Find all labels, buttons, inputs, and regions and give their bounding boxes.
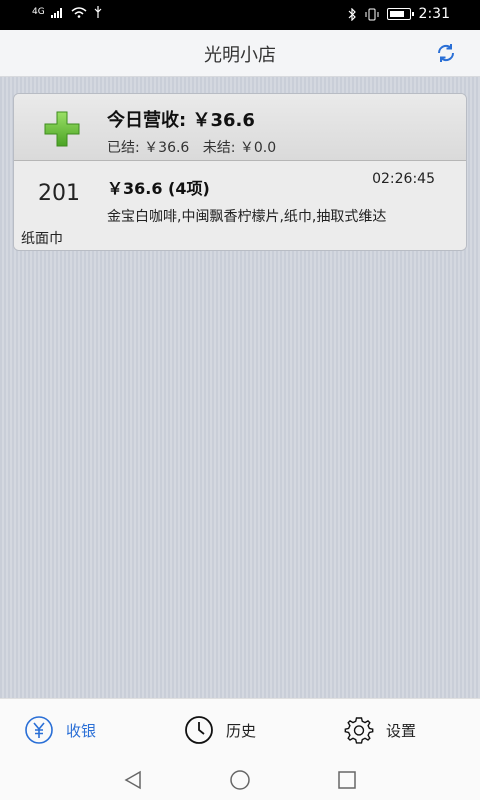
today-revenue: 今日营收: ￥36.6 — [107, 110, 255, 131]
plus-icon — [44, 111, 80, 147]
order-items: 金宝白咖啡,中闽飘香柠檬片,纸巾,抽取式维达 — [107, 209, 387, 225]
sales-card: 今日营收: ￥36.6 已结: ￥36.6 未结: ￥0.0 201 ￥36.6… — [13, 93, 467, 251]
vibrate-icon — [365, 8, 379, 20]
tab-cashier[interactable]: 收银 — [24, 715, 96, 745]
order-row[interactable]: 201 ￥36.6 (4项) 02:26:45 金宝白咖啡,中闽飘香柠檬片,纸巾… — [14, 161, 466, 250]
new-sale-button[interactable]: 今日营收: ￥36.6 已结: ￥36.6 未结: ￥0.0 — [14, 94, 466, 161]
wifi-icon — [71, 7, 87, 18]
network-type: 4G — [32, 7, 45, 17]
tab-settings[interactable]: 设置 — [344, 715, 416, 745]
home-icon[interactable] — [229, 769, 251, 791]
status-left: 4G — [32, 6, 103, 18]
order-items-continued: 纸面巾 — [21, 231, 63, 247]
clock-icon — [185, 716, 213, 744]
refresh-icon[interactable] — [434, 41, 458, 65]
order-number: 201 — [38, 181, 80, 206]
tab-bar: 收银 历史 设置 — [0, 698, 480, 761]
clock-time: 2:31 — [418, 6, 450, 22]
usb-icon — [94, 6, 102, 18]
recents-icon[interactable] — [336, 769, 358, 791]
app-bar: 光明小店 — [0, 30, 480, 77]
page-title: 光明小店 — [204, 45, 276, 66]
yen-circle-icon — [25, 716, 53, 744]
order-amount: ￥36.6 (4项) — [107, 179, 210, 198]
back-icon[interactable] — [122, 769, 144, 791]
main-content: 今日营收: ￥36.6 已结: ￥36.6 未结: ￥0.0 201 ￥36.6… — [0, 77, 480, 698]
status-right: 2:31 — [347, 6, 450, 22]
system-nav-bar — [0, 760, 480, 800]
tab-settings-label: 设置 — [386, 721, 417, 740]
tab-history[interactable]: 历史 — [184, 715, 256, 745]
status-bar: 4G 2:31 — [0, 0, 480, 30]
tab-cashier-label: 收银 — [66, 721, 97, 740]
bluetooth-icon — [348, 7, 356, 21]
signal-icon — [50, 7, 62, 18]
tab-history-label: 历史 — [226, 721, 257, 740]
gear-icon — [344, 717, 374, 744]
settled-unsettled: 已结: ￥36.6 未结: ￥0.0 — [107, 140, 277, 156]
order-time: 02:26:45 — [372, 171, 435, 187]
battery-icon — [386, 8, 414, 20]
